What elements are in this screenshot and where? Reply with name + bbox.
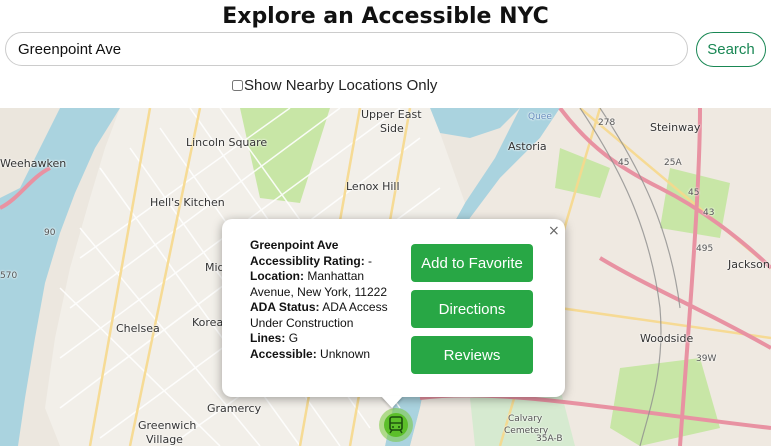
nearby-checkbox[interactable] — [232, 79, 243, 91]
reviews-button[interactable]: Reviews — [411, 336, 533, 374]
map-label-gramercy: Gramercy — [207, 402, 262, 415]
nearby-filter[interactable]: Show Nearby Locations Only — [232, 76, 437, 94]
nearby-label: Show Nearby Locations Only — [244, 76, 438, 94]
map-label-exit-39w: 39W — [696, 354, 717, 364]
map-label-korea: Korea — [192, 316, 224, 329]
location-label: Location: — [250, 269, 304, 283]
lines-value: G — [288, 331, 299, 345]
station-popup: × Greenpoint Ave Accessiblity Rating: - … — [222, 219, 565, 397]
map-label-astoria: Astoria — [508, 140, 547, 153]
station-name: Greenpoint Ave — [250, 238, 339, 252]
map-label-calvary: Calvary — [508, 414, 543, 424]
map-label-hells-kitchen: Hell's Kitchen — [150, 196, 225, 209]
lines-label: Lines: — [250, 331, 286, 345]
map-label-exit-45a: 45 — [618, 158, 630, 168]
map-label-greenwich-village: Village — [146, 433, 183, 446]
map-label-jackson: Jackson — [728, 258, 770, 271]
popup-close-button[interactable]: × — [548, 223, 560, 239]
add-to-favorite-button[interactable]: Add to Favorite — [411, 244, 533, 282]
search-bar: Search — [5, 32, 766, 68]
map-label-route-25a: 25A — [664, 158, 682, 168]
map-label-lenox-hill: Lenox Hill — [346, 180, 400, 193]
map-label-exit-45b: 45 — [688, 188, 700, 198]
map-label-exit-43: 43 — [703, 208, 715, 218]
map-label-route-495: 495 — [696, 244, 714, 254]
search-button[interactable]: Search — [696, 32, 766, 67]
map-label-exit-35ab: 35A-B — [536, 434, 563, 444]
station-info: Greenpoint Ave Accessiblity Rating: - Lo… — [250, 238, 396, 362]
ada-label: ADA Status: — [250, 300, 320, 314]
rating-value: - — [368, 253, 373, 268]
map-label-weehawken: Weehawken — [0, 157, 67, 170]
popup-tip — [381, 396, 403, 408]
directions-button[interactable]: Directions — [411, 290, 533, 328]
map-label-route-570: 570 — [0, 271, 18, 281]
train-icon — [384, 413, 408, 437]
accessible-label: Accessible: — [250, 346, 317, 361]
map-label-steinway: Steinway — [650, 121, 701, 134]
map-label-upper-east-side-2: Side — [380, 122, 404, 135]
station-marker[interactable] — [379, 408, 413, 442]
map-label-woodside: Woodside — [640, 332, 694, 345]
accessible-value: Unknown — [320, 346, 371, 361]
map-label-greenwich: Greenwich — [138, 419, 197, 432]
map-label-chelsea: Chelsea — [116, 322, 160, 335]
map-label-route-278: 278 — [598, 118, 616, 128]
map-label-lincoln-square: Lincoln Square — [186, 136, 268, 149]
map-label-route-90: 90 — [44, 228, 56, 238]
rating-label: Accessiblity Rating: — [250, 253, 365, 268]
map-label-upper-east-side: Upper East — [361, 108, 422, 121]
page-title: Explore an Accessible NYC — [222, 4, 549, 29]
search-input[interactable] — [5, 32, 688, 66]
map-label-queens: Quee — [528, 112, 552, 122]
